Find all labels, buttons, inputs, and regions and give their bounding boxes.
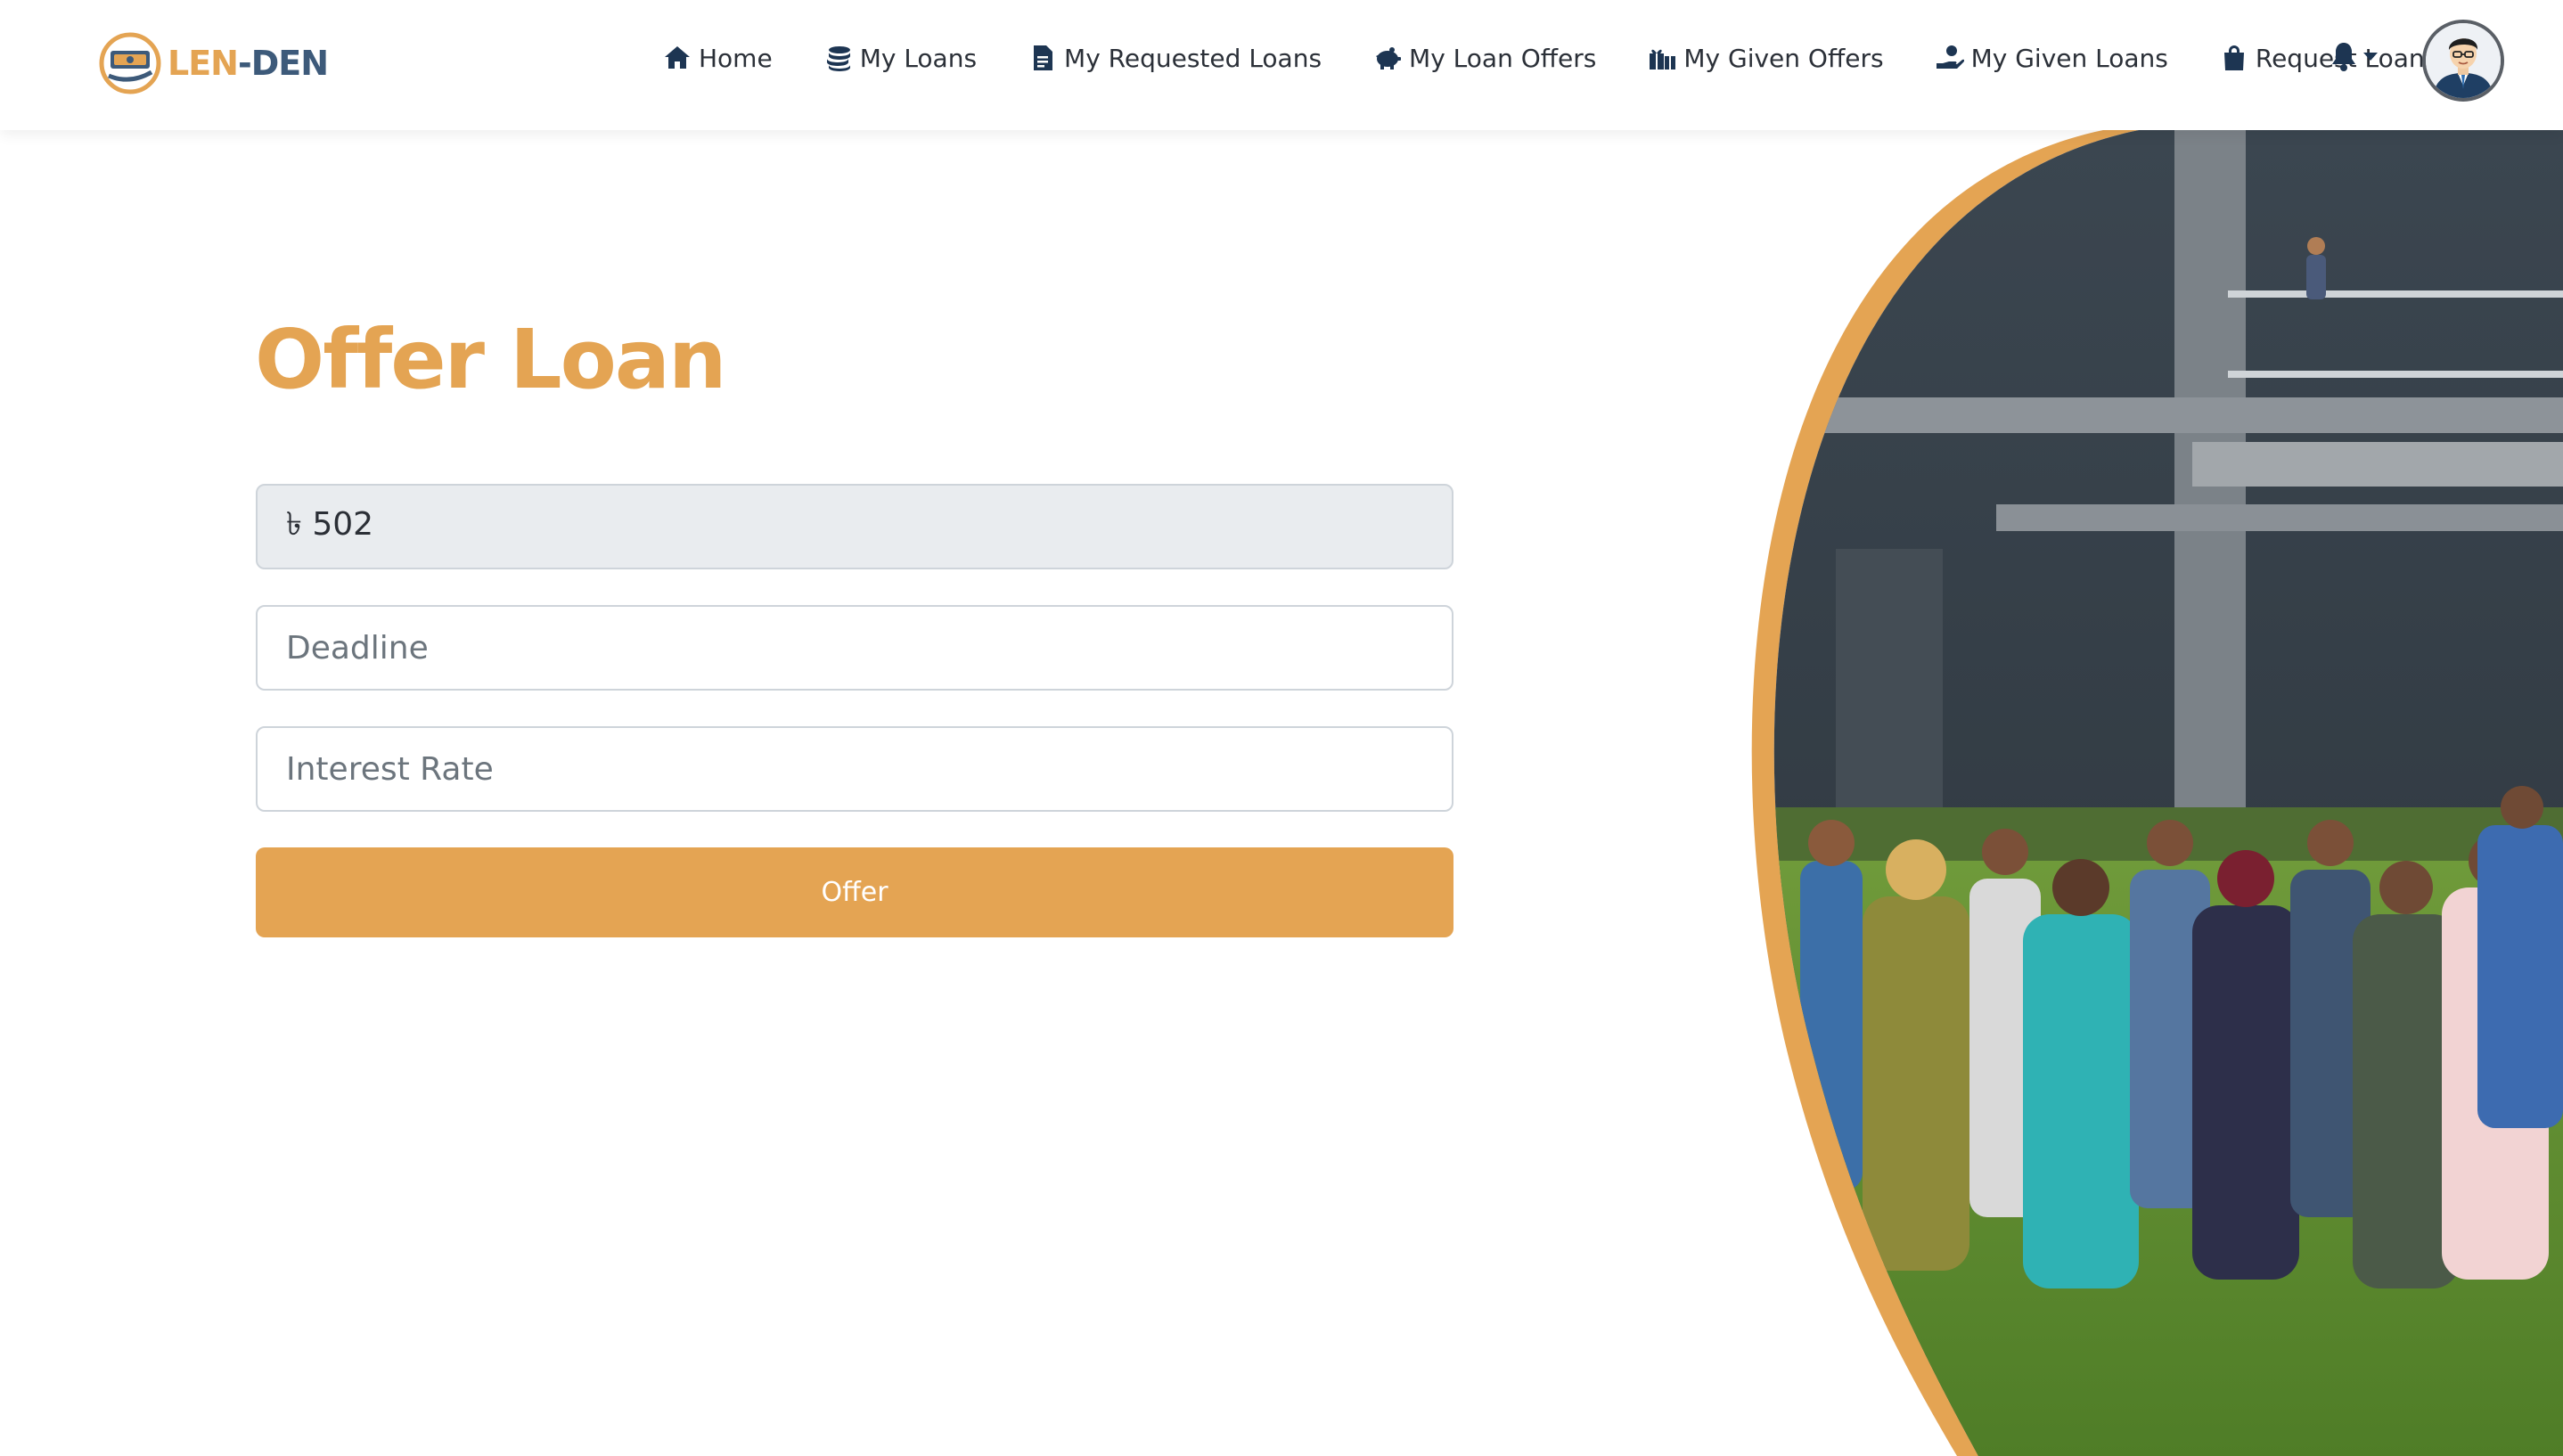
nav-item-label: My Loans — [859, 43, 978, 73]
loan-amount-field[interactable] — [256, 484, 1453, 569]
page-title: Offer Loan — [255, 312, 726, 407]
home-icon — [665, 46, 690, 69]
brand-name-part2: DEN — [250, 44, 329, 83]
nav-item-my-given-loans[interactable]: My Given Loans — [1936, 44, 2168, 73]
hand-holding-dollar-icon — [1936, 45, 1964, 69]
interest-rate-field[interactable] — [256, 726, 1453, 812]
brand-logo-link[interactable]: LEN-DEN — [98, 30, 329, 96]
gifts-icon — [1650, 49, 1676, 70]
nav-item-label: My Given Loans — [1970, 43, 2168, 73]
nav-item-label: Home — [699, 43, 773, 73]
offer-button[interactable]: Offer — [256, 847, 1453, 937]
nav-item-label: My Requested Loans — [1064, 43, 1322, 73]
group-photo-illustration — [1751, 130, 2563, 1456]
brand-name-part1: LEN — [168, 44, 239, 83]
brand-name: LEN-DEN — [168, 44, 329, 83]
shopping-bag-icon — [2223, 45, 2244, 70]
hero-photo — [1729, 130, 2563, 1456]
navbar: LEN-DEN Home My Loans My Requested Loans… — [0, 0, 2563, 130]
brand-logo-icon — [99, 32, 161, 94]
bell-icon — [2332, 43, 2355, 71]
coins-icon — [826, 46, 850, 71]
piggy-bank-icon — [1376, 47, 1402, 70]
nav-item-my-loans[interactable]: My Loans — [824, 44, 977, 73]
user-avatar-icon — [2426, 23, 2501, 98]
nav-item-my-requested-loans[interactable]: My Requested Loans — [1028, 44, 1322, 73]
deadline-field[interactable] — [256, 605, 1453, 691]
nav-item-label: My Given Offers — [1683, 43, 1884, 73]
nav-menu: Home My Loans My Requested Loans My Loan… — [663, 36, 2477, 80]
nav-item-my-given-offers[interactable]: My Given Offers — [1648, 43, 1884, 73]
nav-item-home[interactable]: Home — [663, 44, 773, 73]
nav-item-my-loan-offers[interactable]: My Loan Offers — [1373, 44, 1596, 73]
brand-name-dash: - — [237, 44, 252, 83]
nav-item-label: My Loan Offers — [1409, 43, 1597, 73]
nav-item-request-loan[interactable]: Request Loan — [2220, 44, 2425, 73]
document-icon — [1034, 45, 1053, 70]
chevron-down-icon — [2363, 52, 2378, 61]
notifications-dropdown[interactable] — [2330, 41, 2378, 71]
user-avatar[interactable] — [2422, 20, 2504, 102]
